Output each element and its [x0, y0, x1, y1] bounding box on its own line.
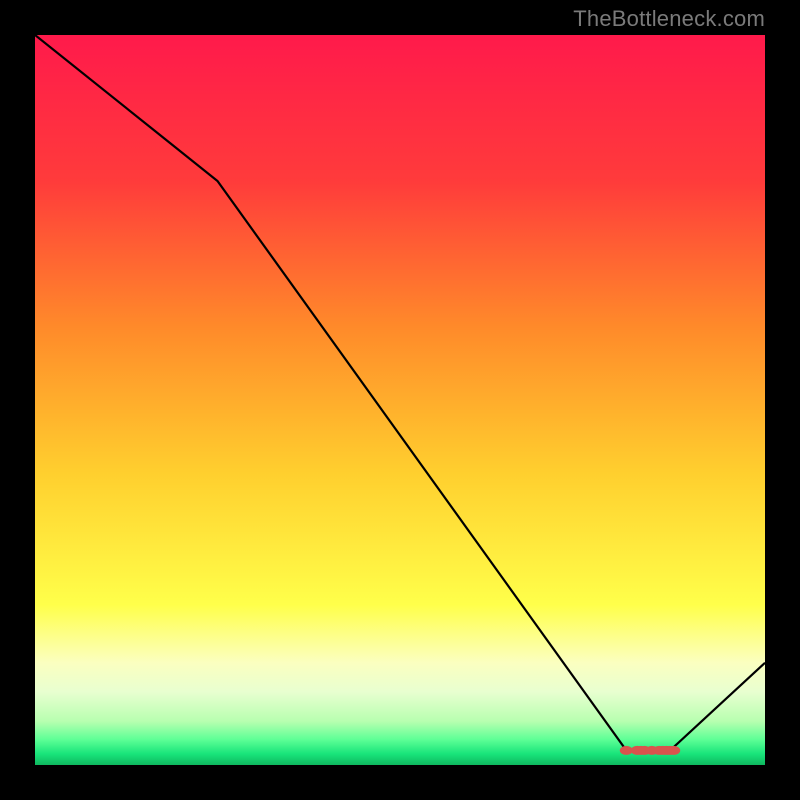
- plot-area: [35, 35, 765, 765]
- bottleneck-chart: [35, 35, 765, 765]
- marker-dot: [667, 746, 680, 755]
- gradient-background: [35, 35, 765, 765]
- chart-frame: TheBottleneck.com: [0, 0, 800, 800]
- optimal-range-markers: [620, 746, 680, 755]
- attribution-text: TheBottleneck.com: [573, 6, 765, 32]
